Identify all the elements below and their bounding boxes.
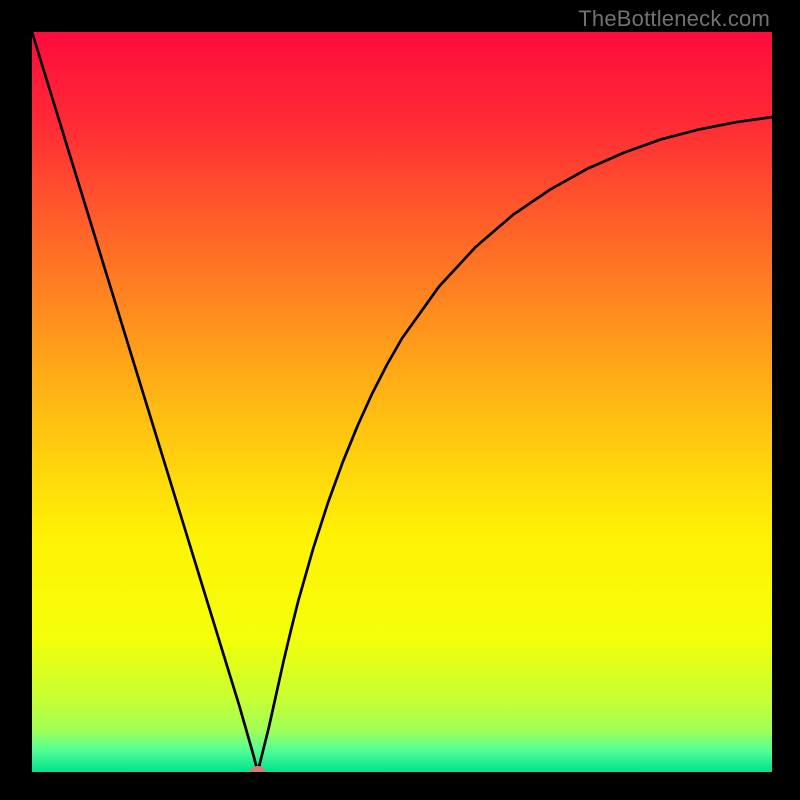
watermark-text: TheBottleneck.com xyxy=(578,6,770,32)
chart-background xyxy=(32,32,772,772)
chart-plot xyxy=(32,32,772,772)
chart-container: TheBottleneck.com xyxy=(0,0,800,800)
